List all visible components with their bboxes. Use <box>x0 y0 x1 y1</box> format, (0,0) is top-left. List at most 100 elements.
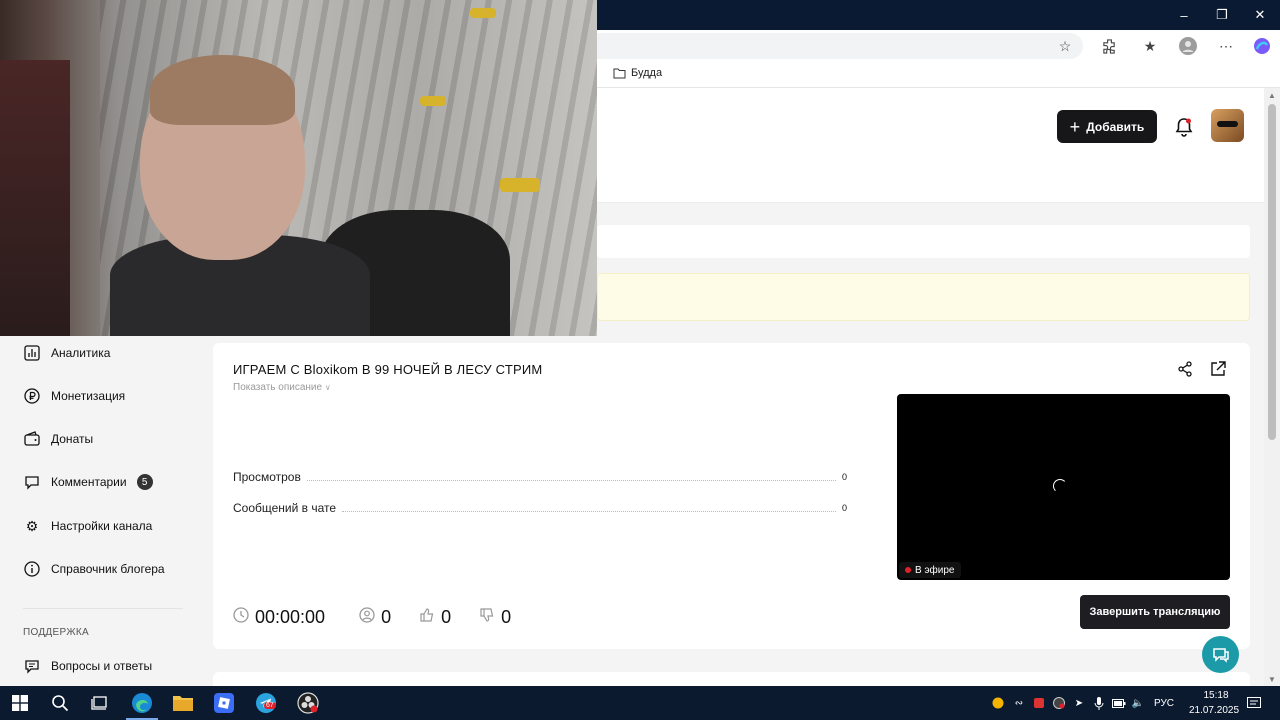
taskbar-edge[interactable] <box>122 686 162 720</box>
minimize-button[interactable]: – <box>1164 0 1204 30</box>
sidebar-item-label: Аналитика <box>51 346 111 360</box>
stat-dots <box>342 504 836 512</box>
notification-center-icon[interactable] <box>1246 695 1262 711</box>
restore-button[interactable]: ❐ <box>1202 0 1242 30</box>
viewers-counter: 0 <box>359 607 391 628</box>
favorites-icon[interactable]: ★ <box>1138 34 1162 58</box>
stream-preview-player[interactable]: В эфире <box>897 394 1230 580</box>
duration-counter: 00:00:00 <box>233 607 325 628</box>
sidebar-item-label: Справочник блогера <box>51 562 165 576</box>
search-icon <box>52 695 69 712</box>
external-link-icon[interactable] <box>1209 360 1229 380</box>
scroll-up-arrow-icon[interactable]: ▲ <box>1264 88 1280 102</box>
support-chat-button[interactable] <box>1202 636 1239 673</box>
chart-icon <box>23 344 41 362</box>
end-stream-button[interactable]: Завершить трансляцию <box>1080 595 1230 629</box>
dislikes-counter: 0 <box>479 607 511 628</box>
task-view-button[interactable] <box>80 686 120 720</box>
notifications-bell-icon[interactable] <box>1173 116 1195 138</box>
page-scrollbar[interactable]: ▲ ▼ <box>1264 88 1280 686</box>
user-avatar[interactable] <box>1211 109 1244 142</box>
taskbar-obs[interactable] <box>288 686 328 720</box>
stream-counters: 00:00:00 0 0 0 <box>233 605 539 629</box>
bookmark-folder-budda[interactable]: Будда <box>613 67 662 79</box>
wallpaper-taxi <box>470 8 496 18</box>
sidebar-item-analytics[interactable]: Аналитика <box>23 342 110 364</box>
chevron-down-icon: ∨ <box>324 383 331 392</box>
tray-app-red-icon[interactable] <box>1032 696 1046 710</box>
next-card <box>213 672 1250 686</box>
sidebar-divider <box>23 608 183 609</box>
plus-icon: + <box>1069 116 1081 137</box>
microphone-icon[interactable] <box>1092 696 1106 710</box>
add-button[interactable]: + Добавить <box>1057 110 1157 143</box>
stat-dots <box>306 473 836 481</box>
address-bar[interactable]: ☆ <box>597 33 1083 59</box>
taskbar-file-explorer[interactable] <box>163 686 203 720</box>
search-button[interactable] <box>40 686 80 720</box>
sidebar-item-label: Вопросы и ответы <box>51 659 153 673</box>
avatar-glasses <box>1217 121 1238 127</box>
windows-taskbar: 67 ∾ ➤ 🔈 РУС 15:18 21.07.2025 <box>0 686 1280 720</box>
network-icon[interactable]: ∾ <box>1012 696 1026 710</box>
live-badge: В эфире <box>899 562 961 578</box>
sidebar-item-label: Настройки канала <box>51 519 153 533</box>
bookmark-folder-label: Будда <box>631 67 663 79</box>
input-language[interactable]: РУС <box>1154 698 1174 709</box>
profile-icon[interactable] <box>1176 34 1200 58</box>
battery-icon[interactable] <box>1112 696 1126 710</box>
sidebar-item-channel-settings[interactable]: ⚙ Настройки канала <box>23 515 153 537</box>
sidebar: Аналитика Монетизация Донаты Комментарии… <box>0 336 200 686</box>
webcam-person-hair <box>150 55 295 125</box>
stat-value: 0 <box>841 503 847 513</box>
clock-date[interactable]: 21.07.2025 <box>1184 705 1244 716</box>
stat-label: Просмотров <box>233 470 301 484</box>
dislikes-value: 0 <box>501 606 512 627</box>
volume-icon[interactable]: 🔈 <box>1131 696 1145 710</box>
obs-recording-icon <box>297 692 319 714</box>
stat-value: 0 <box>841 472 847 482</box>
folder-explorer-icon <box>173 696 193 711</box>
support-chat-icon <box>1212 647 1229 663</box>
sidebar-item-monetization[interactable]: Монетизация <box>23 385 125 407</box>
sidebar-item-donations[interactable]: Донаты <box>23 428 93 450</box>
windows-logo-icon <box>12 695 28 711</box>
stream-title: ИГРАЕМ С Bloxikom В 99 НОЧЕЙ В ЛЕСУ СТРИ… <box>233 362 543 377</box>
sidebar-item-faq[interactable]: Вопросы и ответы <box>23 655 152 677</box>
stat-views: Просмотров 0 <box>233 469 847 485</box>
wallet-icon <box>23 430 41 448</box>
ruble-icon <box>23 387 41 405</box>
copilot-icon[interactable] <box>1250 34 1274 58</box>
comments-count-badge: 5 <box>136 474 153 490</box>
close-window-button[interactable]: ✕ <box>1240 0 1280 30</box>
comment-icon <box>23 473 41 491</box>
wallpaper-taxi <box>500 178 540 192</box>
start-button[interactable] <box>0 686 40 720</box>
sidebar-item-blogger-guide[interactable]: Справочник блогера <box>23 558 165 580</box>
tray-obs-icon[interactable] <box>1052 696 1066 710</box>
scroll-down-arrow-icon[interactable]: ▼ <box>1264 672 1280 686</box>
show-description-link[interactable]: Показать описание ∨ <box>233 382 331 393</box>
sidebar-item-comments[interactable]: Комментарии 5 <box>23 471 153 493</box>
add-button-label: Добавить <box>1086 119 1145 134</box>
more-menu-icon[interactable]: ⋯ <box>1214 34 1238 58</box>
share-icon[interactable] <box>1176 360 1196 380</box>
show-description-label: Показать описание <box>233 382 323 393</box>
thumbs-down-icon <box>479 607 495 627</box>
scrollbar-thumb[interactable] <box>1268 104 1276 440</box>
tray-telegram-icon[interactable]: ➤ <box>1072 696 1086 710</box>
extensions-icon[interactable] <box>1097 34 1121 58</box>
favorite-star-icon[interactable]: ☆ <box>1053 34 1077 58</box>
likes-counter: 0 <box>419 607 451 628</box>
clock-icon <box>233 607 249 627</box>
likes-value: 0 <box>441 606 452 627</box>
info-icon <box>23 560 41 578</box>
sidebar-item-label: Монетизация <box>51 389 126 403</box>
taskbar-roblox[interactable] <box>204 686 244 720</box>
roblox-icon <box>214 693 234 713</box>
stat-chat-messages: Сообщений в чате 0 <box>233 500 847 516</box>
taskbar-telegram[interactable]: 67 <box>246 686 286 720</box>
loading-spinner-icon <box>1053 479 1067 493</box>
tray-app-yellow-icon[interactable] <box>991 696 1005 710</box>
clock-time[interactable]: 15:18 <box>1196 690 1236 701</box>
